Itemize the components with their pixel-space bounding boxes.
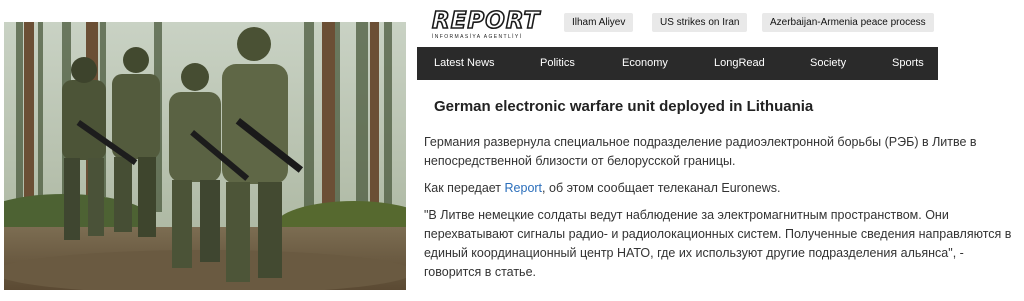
- report-source-link[interactable]: Report: [505, 181, 543, 195]
- report-logo[interactable]: REPORT İNFORMASİYA AGENTLİYİ: [431, 8, 541, 41]
- trending-tag-aliyev[interactable]: Ilham Aliyev: [564, 13, 634, 32]
- article-paragraph-3: "В Литве немецкие солдаты ведут наблюден…: [424, 208, 1012, 279]
- trending-tag-us-strikes[interactable]: US strikes on Iran: [652, 13, 748, 32]
- logo-wordmark: REPORT: [431, 8, 541, 34]
- trending-tag-peace-process[interactable]: Azerbaijan-Armenia peace process: [762, 13, 934, 32]
- paragraph-2-text-start: Как передает: [424, 181, 505, 195]
- article-paragraph-2: Как передает Report, об этом сообщает те…: [424, 179, 1016, 198]
- main-nav: Latest News Politics Economy LongRead So…: [417, 47, 938, 80]
- nav-item-economy[interactable]: Economy: [622, 47, 668, 80]
- article-photo: [4, 22, 406, 290]
- paragraph-2-text-end: , об этом сообщает телеканал Euronews.: [542, 181, 781, 195]
- article-paragraph-1: Германия развернула специальное подразде…: [424, 135, 977, 168]
- logo-subtitle: İNFORMASİYA AGENTLİYİ: [432, 34, 523, 40]
- nav-item-politics[interactable]: Politics: [540, 47, 575, 80]
- article-headline[interactable]: German electronic warfare unit deployed …: [434, 98, 813, 115]
- nav-item-latest-news[interactable]: Latest News: [434, 47, 495, 80]
- nav-item-sports[interactable]: Sports: [892, 47, 924, 80]
- nav-item-society[interactable]: Society: [810, 47, 846, 80]
- nav-item-longread[interactable]: LongRead: [714, 47, 765, 80]
